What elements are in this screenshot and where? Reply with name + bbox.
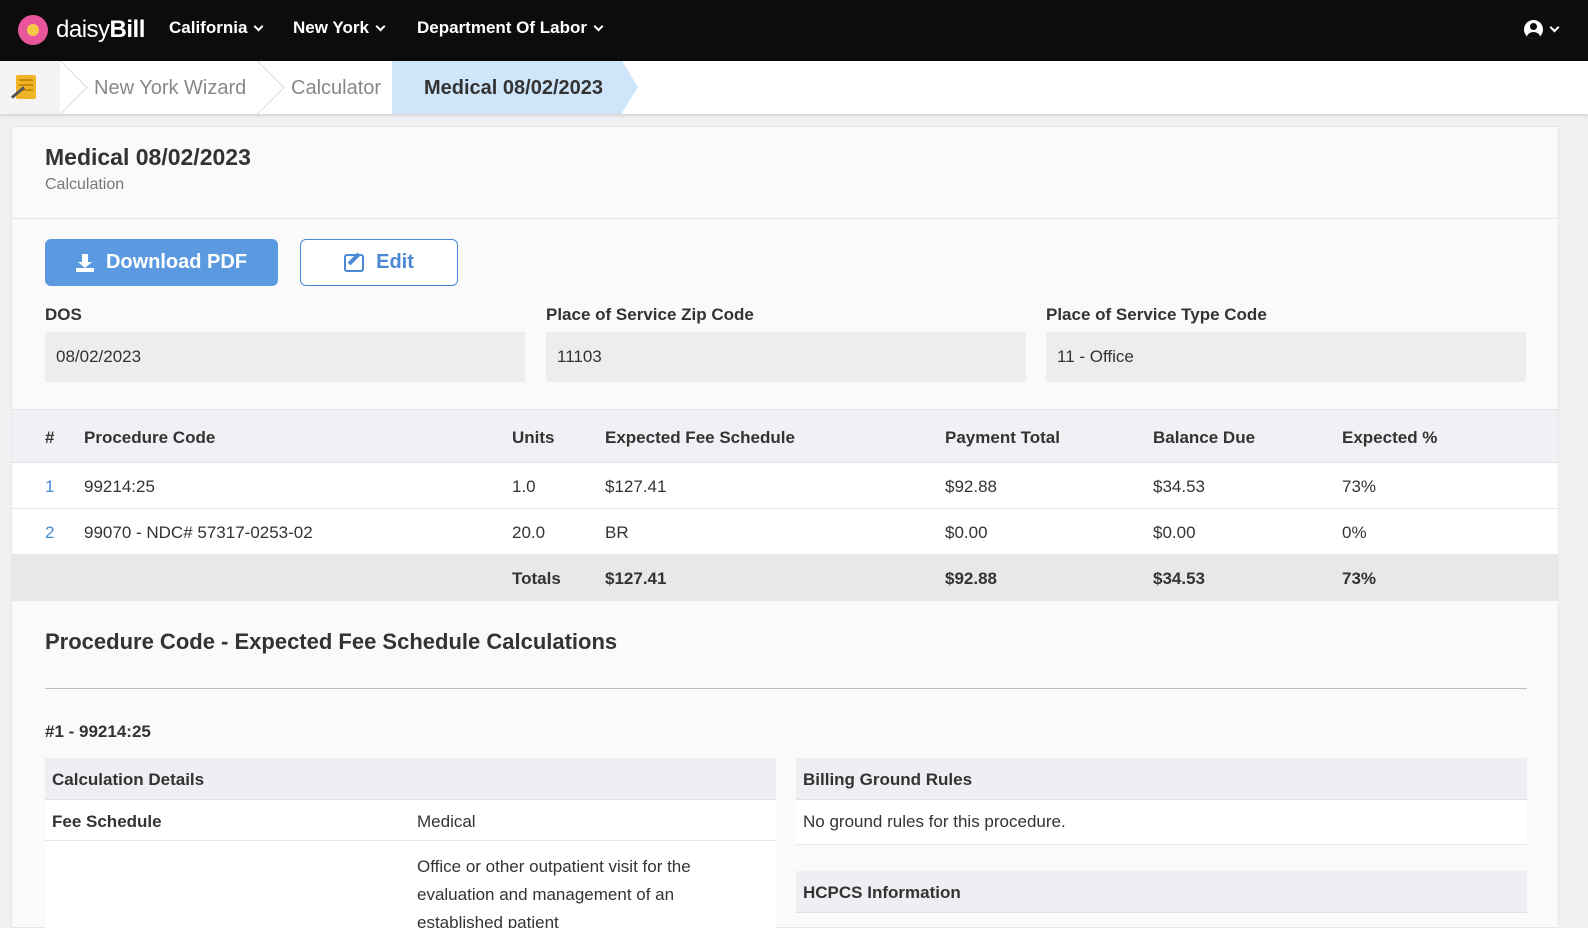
breadcrumb-current: Medical 08/02/2023 — [392, 61, 638, 114]
notepad-icon — [16, 75, 36, 99]
col-units: Units — [512, 428, 555, 447]
procedure-code: 99070 - NDC# 57317-0253-02 — [84, 523, 313, 542]
download-pdf-label: Download PDF — [105, 251, 248, 273]
chevron-down-icon — [593, 21, 604, 31]
fee-schedule-value: Medical — [417, 812, 476, 831]
total-balance-due: $34.53 — [1153, 569, 1205, 588]
page-title: Medical 08/02/2023 — [45, 144, 251, 170]
calculations-section-title: Procedure Code - Expected Fee Schedule C… — [45, 629, 618, 654]
nav-california-menu[interactable]: California — [169, 18, 264, 38]
units: 20.0 — [512, 523, 546, 542]
col-number: # — [45, 428, 55, 447]
col-payment-total: Payment Total — [945, 428, 1060, 447]
breadcrumb-separator — [257, 61, 287, 114]
dos-label: DOS — [45, 305, 82, 324]
expected-percent: 73% — [1342, 477, 1377, 496]
balance-due: $34.53 — [1153, 477, 1205, 496]
top-nav: daisyBill California New York Department… — [0, 0, 1588, 61]
calculation-details-panel: Calculation Details Fee Schedule Medical… — [45, 758, 776, 928]
dos-field: 08/02/2023 — [45, 332, 525, 382]
nav-california-label: California — [169, 18, 248, 37]
type-code-label: Place of Service Type Code — [1046, 305, 1267, 324]
procedure-code: 99214:25 — [84, 477, 155, 496]
row-number-link[interactable]: 2 — [45, 523, 54, 543]
page-subtitle: Calculation — [45, 176, 125, 193]
user-menu[interactable] — [1524, 20, 1560, 39]
units: 1.0 — [512, 477, 536, 496]
edit-icon — [344, 253, 365, 272]
chevron-down-icon — [253, 21, 264, 31]
breadcrumb-new-york-wizard[interactable]: New York Wizard — [94, 77, 246, 100]
total-expected-fee: $127.41 — [605, 569, 667, 588]
table-header: # Procedure Code Units Expected Fee Sche… — [12, 409, 1558, 463]
nav-department-of-labor-label: Department Of Labor — [417, 18, 588, 37]
chevron-down-icon — [1549, 22, 1560, 33]
breadcrumb-calculator[interactable]: Calculator — [291, 77, 381, 100]
user-icon — [1524, 20, 1543, 39]
hcpcs-information-title: HCPCS Information — [796, 871, 1527, 913]
billing-ground-rules-panel: Billing Ground Rules No ground rules for… — [796, 758, 1527, 913]
nav-new-york-label: New York — [293, 18, 369, 37]
calculation-card: Medical 08/02/2023 Calculation Download … — [11, 126, 1559, 928]
billing-ground-rules-title: Billing Ground Rules — [796, 758, 1527, 800]
daisybill-logo[interactable]: daisyBill — [18, 15, 145, 45]
nav-new-york-menu[interactable]: New York — [293, 18, 386, 38]
edit-button[interactable]: Edit — [300, 239, 458, 286]
table-row: 1 99214:25 1.0 $127.41 $92.88 $34.53 73% — [12, 463, 1558, 509]
expected-percent: 0% — [1342, 523, 1367, 542]
zip-code-label: Place of Service Zip Code — [546, 305, 754, 324]
totals-label: Totals — [512, 569, 561, 588]
col-expected-fee-schedule: Expected Fee Schedule — [605, 428, 795, 447]
totals-row: Totals $127.41 $92.88 $34.53 73% — [12, 555, 1558, 601]
edit-label: Edit — [376, 251, 414, 273]
fee-schedule-row: Fee Schedule Medical — [45, 800, 776, 841]
procedure-heading: #1 - 99214:25 — [45, 722, 151, 741]
expected-fee: BR — [605, 523, 629, 542]
breadcrumb: New York Wizard Calculator Medical 08/02… — [0, 61, 1588, 114]
type-code-field: 11 - Office — [1046, 332, 1526, 382]
breadcrumb-home[interactable] — [0, 61, 60, 114]
col-expected-percent: Expected % — [1342, 428, 1438, 447]
nav-department-of-labor-menu[interactable]: Department Of Labor — [417, 18, 604, 38]
breadcrumb-current-label: Medical 08/02/2023 — [424, 77, 604, 99]
total-payment: $92.88 — [945, 569, 997, 588]
table-row: 2 99070 - NDC# 57317-0253-02 20.0 BR $0.… — [12, 509, 1558, 555]
daisy-flower-icon — [18, 15, 48, 45]
payment-total: $0.00 — [945, 523, 988, 542]
row-number-link[interactable]: 1 — [45, 477, 54, 497]
payment-total: $92.88 — [945, 477, 997, 496]
ground-rules-text: No ground rules for this procedure. — [796, 800, 1527, 845]
chevron-down-icon — [375, 21, 386, 31]
description-row: Office or other outpatient visit for the… — [45, 841, 776, 928]
download-icon — [75, 253, 94, 272]
breadcrumb-separator — [60, 61, 90, 114]
col-procedure-code: Procedure Code — [84, 428, 216, 447]
balance-due: $0.00 — [1153, 523, 1196, 542]
total-expected-percent: 73% — [1342, 569, 1377, 588]
expected-fee: $127.41 — [605, 477, 667, 496]
divider — [45, 688, 1527, 689]
zip-code-field: 11103 — [546, 332, 1026, 382]
fee-schedule-label: Fee Schedule — [52, 812, 162, 831]
download-pdf-button[interactable]: Download PDF — [45, 239, 278, 286]
col-balance-due: Balance Due — [1153, 428, 1256, 447]
calculation-details-title: Calculation Details — [45, 758, 776, 800]
procedure-description: Office or other outpatient visit for the… — [417, 857, 691, 928]
brand-name: daisyBill — [56, 16, 145, 43]
divider — [12, 218, 1558, 219]
